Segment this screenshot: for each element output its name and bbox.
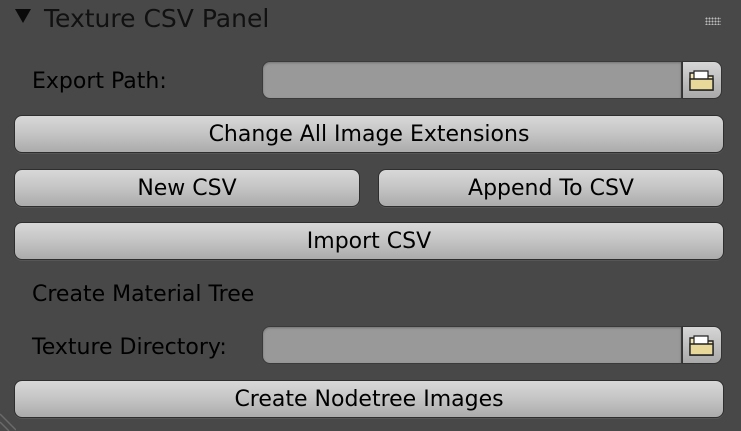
folder-icon: [689, 70, 714, 91]
export-path-label: Export Path:: [32, 69, 167, 94]
create-nodetree-button[interactable]: Create Nodetree Images: [14, 380, 724, 418]
append-csv-button[interactable]: Append To CSV: [378, 169, 724, 207]
export-path-field[interactable]: [262, 61, 682, 99]
texture-directory-field[interactable]: [262, 326, 682, 364]
export-path-browse-button[interactable]: [682, 61, 722, 99]
texture-directory-label: Texture Directory:: [32, 335, 227, 360]
panel-title: Texture CSV Panel: [44, 4, 270, 33]
change-extensions-button[interactable]: Change All Image Extensions: [14, 115, 724, 153]
triangle-down-icon[interactable]: [15, 9, 31, 23]
grip-dots-icon[interactable]: [705, 17, 721, 25]
folder-icon: [689, 335, 714, 356]
panel-header[interactable]: Texture CSV Panel: [0, 0, 741, 40]
import-csv-button[interactable]: Import CSV: [14, 222, 724, 260]
material-tree-label: Create Material Tree: [32, 282, 255, 307]
new-csv-button[interactable]: New CSV: [14, 169, 360, 207]
texture-directory-browse-button[interactable]: [682, 326, 722, 364]
resize-corner-icon[interactable]: [0, 400, 16, 431]
